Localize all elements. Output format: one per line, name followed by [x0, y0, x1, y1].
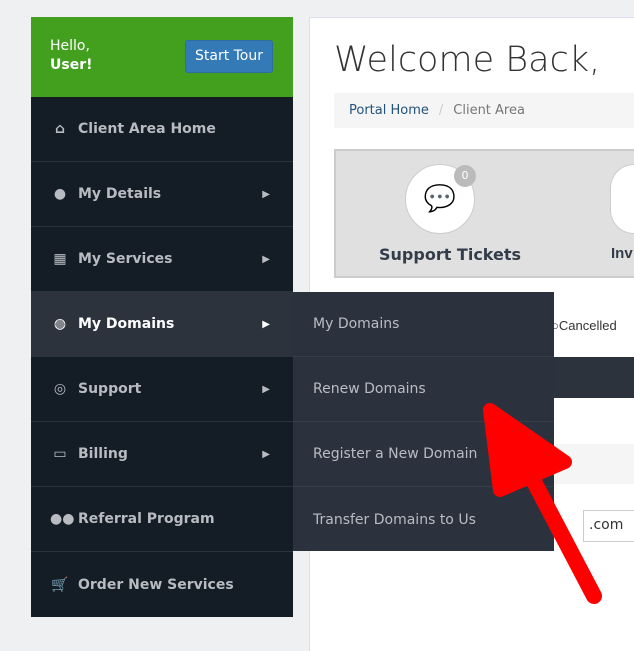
arrow-head [483, 403, 572, 497]
red-arrow-annotation [483, 403, 602, 604]
